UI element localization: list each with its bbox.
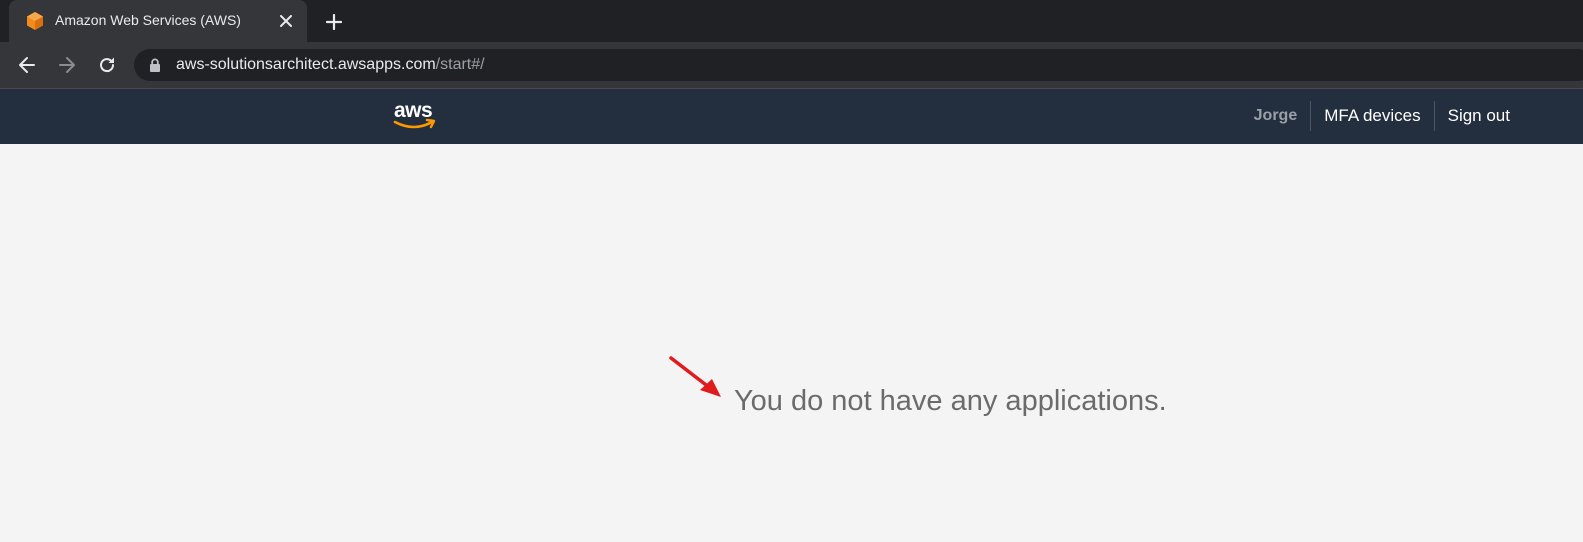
mfa-devices-link[interactable]: MFA devices bbox=[1311, 106, 1433, 126]
browser-tab[interactable]: Amazon Web Services (AWS) bbox=[9, 0, 307, 42]
url-path: /start#/ bbox=[435, 56, 485, 73]
empty-applications-message: You do not have any applications. bbox=[734, 385, 1167, 417]
back-arrow-icon[interactable] bbox=[13, 51, 41, 79]
browser-tabstrip: Amazon Web Services (AWS) bbox=[0, 0, 1583, 42]
forward-arrow-icon[interactable] bbox=[53, 51, 81, 79]
aws-logo[interactable]: aws bbox=[392, 99, 438, 133]
plus-icon[interactable] bbox=[322, 10, 346, 34]
url-host: aws-solutionsarchitect.awsapps.com bbox=[176, 56, 436, 73]
close-icon[interactable] bbox=[276, 11, 296, 31]
red-arrow-annotation-icon bbox=[669, 356, 721, 397]
tab-title: Amazon Web Services (AWS) bbox=[55, 12, 241, 28]
user-name: Jorge bbox=[1253, 107, 1298, 124]
reload-icon[interactable] bbox=[93, 51, 121, 79]
url-text: aws-solutionsarchitect.awsapps.com/start… bbox=[176, 56, 485, 74]
browser-toolbar: aws-solutionsarchitect.awsapps.com/start… bbox=[0, 42, 1583, 88]
header-nav: Jorge MFA devices Sign out bbox=[1241, 100, 1523, 132]
aws-smile-icon bbox=[393, 118, 436, 129]
lock-icon bbox=[150, 58, 160, 72]
address-bar[interactable]: aws-solutionsarchitect.awsapps.com/start… bbox=[134, 49, 1583, 81]
aws-header: aws Jorge MFA devices Sign out bbox=[0, 89, 1583, 144]
aws-cube-icon bbox=[27, 12, 43, 30]
sign-out-link[interactable]: Sign out bbox=[1435, 106, 1523, 126]
